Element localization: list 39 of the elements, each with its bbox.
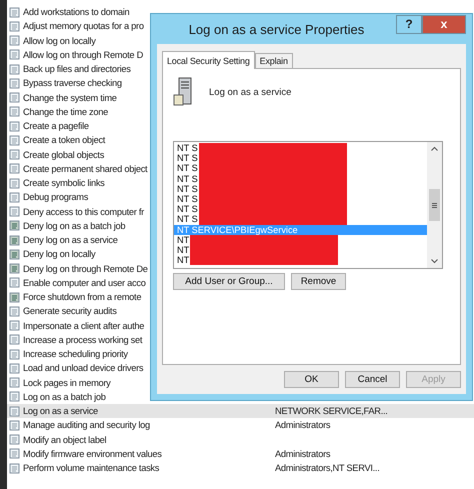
policy-name: Create global objects (23, 150, 104, 160)
policy-name: Load and unload device drivers (23, 363, 144, 374)
policy-name: Bypass traverse checking (23, 78, 122, 88)
security-setting: Administrators (275, 420, 330, 430)
policy-name: Change the time zone (23, 106, 108, 117)
policy-name: Deny access to this computer fr (23, 206, 144, 217)
policy-name: Deny log on locally (23, 249, 96, 260)
policy-name: Force shutdown from a remote (23, 292, 142, 302)
policy-name: Create permanent shared object (23, 164, 148, 174)
policy-name: Back up files and directories (23, 64, 131, 74)
policy-name: Create a token object (23, 135, 106, 146)
policy-name: Change the system time (23, 92, 117, 103)
policy-name: Perform volume maintenance tasks (23, 463, 160, 474)
security-setting: Administrators,NT SERVI... (275, 463, 380, 474)
policy-name: Modify firmware environment values (23, 448, 162, 459)
policy-name: Modify an object label (23, 434, 106, 445)
policy-name: Impersonate a client after authe (23, 320, 144, 331)
policy-name: Enable computer and user acco (23, 278, 146, 288)
window-title: Log on as a service Properties (188, 22, 366, 36)
policy-name: Deny log on as a batch job (23, 220, 126, 231)
policy-name: Deny log on as a service (23, 235, 118, 246)
policy-name: Allow log on through Remote D (23, 50, 143, 60)
policy-name: Log on as a batch job (23, 392, 106, 402)
policy-name: Create a pagefile (23, 121, 89, 132)
security-setting: Administrators (275, 448, 330, 459)
policy-name: Allow log on locally (23, 36, 96, 46)
policy-name: Add workstations to domain (23, 7, 130, 18)
policy-name: Log on as a service (23, 406, 98, 416)
policy-name: Lock pages in memory (23, 378, 111, 388)
policy-name: Increase scheduling priority (23, 349, 128, 360)
security-setting: NETWORK SERVICE,FAR... (275, 406, 388, 416)
policy-name: Increase a process working set (23, 334, 142, 345)
policy-name: Create symbolic links (23, 178, 105, 188)
policy-name: Generate security audits (23, 306, 117, 316)
policy-name: Deny log on through Remote De (23, 264, 148, 274)
policy-name: Manage auditing and security log (23, 420, 150, 430)
policy-name: Debug programs (23, 192, 88, 202)
policy-title: Log on as a service (209, 87, 292, 100)
policy-name: Adjust memory quotas for a pro (23, 21, 144, 32)
